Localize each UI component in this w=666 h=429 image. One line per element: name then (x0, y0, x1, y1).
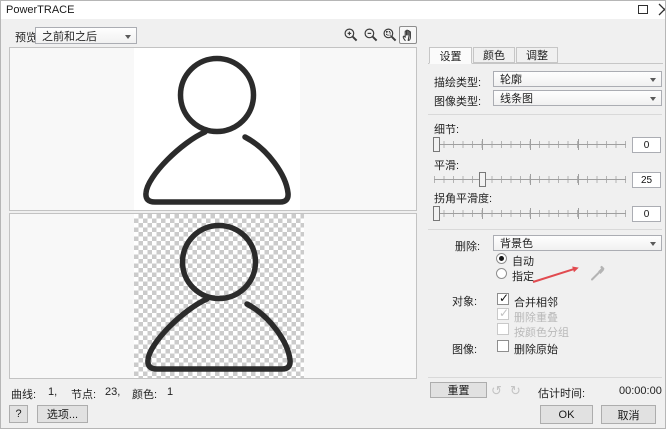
radio-specify[interactable] (496, 268, 507, 279)
window-title: PowerTRACE (6, 4, 75, 16)
slider-handle[interactable] (432, 206, 440, 221)
tab-settings[interactable]: 设置 (429, 47, 472, 64)
redo-icon[interactable] (510, 383, 521, 399)
ok-button[interactable]: OK (540, 405, 593, 424)
pan-hand-icon[interactable] (399, 26, 417, 44)
detail-label: 细节: (434, 124, 460, 136)
detail-value[interactable]: 0 (632, 137, 661, 153)
zoom-fit-icon[interactable] (381, 26, 399, 44)
object-label: 对象: (452, 296, 478, 308)
person-outline-graphic (145, 222, 293, 372)
colors-value: 1 (167, 386, 174, 398)
maximize-icon[interactable] (638, 5, 648, 14)
help-button[interactable]: ? (9, 405, 28, 423)
merge-adjacent-label: 合并相邻 (514, 297, 558, 309)
remove-value: 背景色 (500, 238, 533, 250)
estimated-time-value: 00:00:00 (619, 385, 662, 397)
colors-label: 颜色: (132, 389, 158, 401)
reset-button[interactable]: 重置 (430, 382, 487, 398)
separator (428, 114, 662, 115)
trace-type-dropdown[interactable]: 轮廓 (493, 71, 662, 87)
image-label: 图像: (452, 344, 478, 356)
curves-value: 1, (48, 386, 58, 398)
slider-handle[interactable] (479, 172, 486, 187)
preview-dropdown-value: 之前和之后 (42, 30, 97, 43)
checkbox-group-by-color[interactable] (497, 323, 509, 335)
radio-auto-label: 自动 (512, 256, 534, 268)
nodes-label: 节点: (71, 389, 97, 401)
preview-before-pane[interactable] (9, 47, 417, 211)
chevron-down-icon (650, 97, 656, 104)
chevron-down-icon (125, 34, 131, 42)
chevron-down-icon (650, 78, 656, 85)
tab-color[interactable]: 颜色 (473, 47, 515, 63)
tab-adjust[interactable]: 调整 (516, 47, 558, 63)
chevron-down-icon (650, 242, 656, 249)
remove-dropdown[interactable]: 背景色 (493, 235, 662, 251)
separator (428, 229, 662, 230)
traced-result (134, 214, 304, 378)
settings-panel: 设置 颜色 调整 描绘类型: 轮廓 图像类型: 线条图 细节: 0 平滑: 25 (428, 47, 663, 379)
separator (428, 377, 662, 378)
powertrace-dialog: PowerTRACE 预览: 之前和之后 设置 颜色 调整 描绘类型: 轮廓 图… (0, 0, 666, 429)
close-icon[interactable] (658, 3, 665, 16)
image-type-value: 线条图 (500, 93, 533, 105)
image-type-label: 图像类型: (434, 96, 482, 108)
image-type-dropdown[interactable]: 线条图 (493, 90, 662, 106)
checkbox-remove-overlap[interactable] (497, 306, 509, 320)
undo-icon[interactable] (491, 383, 502, 399)
radio-auto[interactable] (496, 253, 507, 264)
radio-specify-label: 指定 (512, 271, 534, 283)
remove-overlap-label: 删除重叠 (514, 312, 558, 324)
corner-smoothness-label: 拐角平滑度: (434, 193, 493, 205)
smoothing-slider[interactable] (434, 171, 626, 188)
trace-type-label: 描绘类型: (434, 77, 482, 89)
group-by-color-label: 按颜色分组 (514, 327, 569, 339)
preview-after-pane[interactable] (9, 213, 417, 379)
slider-handle[interactable] (432, 137, 440, 152)
delete-original-label: 删除原始 (514, 344, 558, 356)
checkbox-delete-original[interactable] (497, 340, 509, 352)
eyedropper-icon[interactable] (589, 263, 607, 288)
zoom-out-icon[interactable] (362, 26, 380, 44)
remove-label: 删除: (455, 241, 481, 253)
person-outline-graphic (143, 55, 291, 205)
detail-slider[interactable] (432, 136, 626, 153)
estimated-time-label: 估计时间: (538, 388, 586, 400)
corner-smoothness-slider[interactable] (432, 205, 626, 222)
titlebar: PowerTRACE (1, 1, 665, 19)
zoom-in-icon[interactable] (342, 26, 360, 44)
corner-smoothness-value[interactable]: 0 (632, 206, 661, 222)
nodes-value: 23, (105, 386, 121, 398)
curves-label: 曲线: (11, 389, 37, 401)
cancel-button[interactable]: 取消 (601, 405, 656, 424)
checkbox-merge-adjacent[interactable] (497, 291, 509, 305)
smoothing-value[interactable]: 25 (632, 172, 661, 188)
options-button[interactable]: 选项... (37, 405, 88, 423)
trace-type-value: 轮廓 (500, 74, 522, 86)
source-image (134, 48, 300, 210)
preview-dropdown[interactable]: 之前和之后 (35, 27, 137, 44)
